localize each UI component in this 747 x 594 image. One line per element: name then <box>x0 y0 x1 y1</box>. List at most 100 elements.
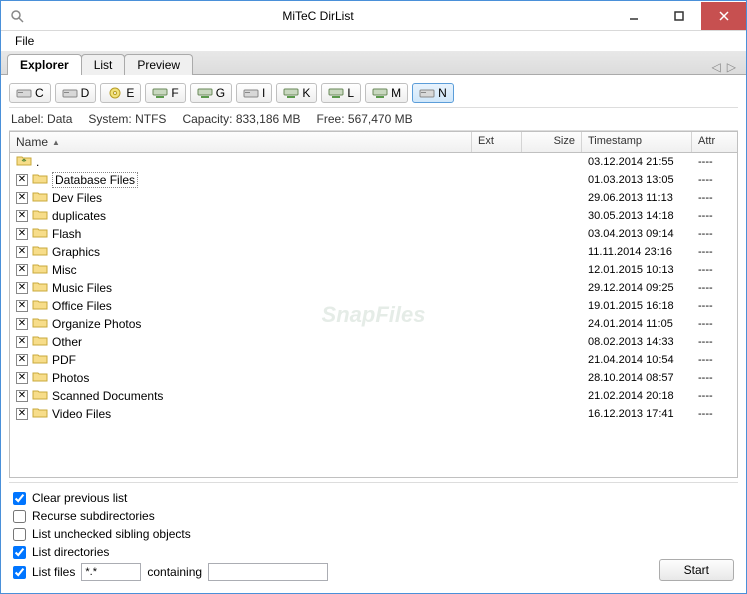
row-checkbox[interactable]: ✕ <box>16 174 28 186</box>
row-checkbox[interactable]: ✕ <box>16 390 28 402</box>
containing-input[interactable] <box>208 563 328 581</box>
row-checkbox[interactable]: ✕ <box>16 372 28 384</box>
table-row[interactable]: ✕PDF21.04.2014 10:54---- <box>10 351 737 369</box>
column-header-timestamp[interactable]: Timestamp <box>582 132 692 152</box>
option-recurse[interactable]: Recurse subdirectories <box>13 509 659 523</box>
row-checkbox[interactable]: ✕ <box>16 246 28 258</box>
file-name: duplicates <box>52 209 106 223</box>
cell-timestamp: 12.01.2015 10:13 <box>582 263 692 277</box>
cell-name: ✕Office Files <box>10 297 472 314</box>
row-checkbox[interactable]: ✕ <box>16 336 28 348</box>
drive-letter: K <box>302 86 310 100</box>
folder-icon <box>32 226 48 241</box>
column-header-attr[interactable]: Attr <box>692 132 737 152</box>
capacity-prefix: Capacity: <box>182 112 232 126</box>
tab-scroll-left-icon[interactable]: ◁ <box>712 60 721 74</box>
checkbox-recurse[interactable] <box>13 510 26 523</box>
minimize-button[interactable] <box>611 2 656 30</box>
table-row[interactable]: ✕Office Files19.01.2015 16:18---- <box>10 297 737 315</box>
row-checkbox[interactable]: ✕ <box>16 210 28 222</box>
tab-list[interactable]: List <box>81 54 126 75</box>
drive-button-i[interactable]: I <box>236 83 272 103</box>
file-name: Other <box>52 335 82 349</box>
drive-button-c[interactable]: C <box>9 83 51 103</box>
close-button[interactable] <box>701 2 746 30</box>
cell-timestamp: 11.11.2014 23:16 <box>582 245 692 259</box>
table-row[interactable]: ✕Graphics11.11.2014 23:16---- <box>10 243 737 261</box>
checkbox-clear-previous[interactable] <box>13 492 26 505</box>
cell-name: . <box>10 153 472 170</box>
cell-size <box>522 269 582 271</box>
tab-preview[interactable]: Preview <box>124 54 193 75</box>
folder-icon <box>32 172 48 187</box>
table-row[interactable]: ✕Dev Files29.06.2013 11:13---- <box>10 189 737 207</box>
cell-attr: ---- <box>692 209 737 223</box>
menu-file[interactable]: File <box>7 32 42 50</box>
drive-letter: N <box>438 86 447 100</box>
table-row[interactable]: ✕Misc12.01.2015 10:13---- <box>10 261 737 279</box>
column-header-name[interactable]: Name ▲ <box>10 132 472 152</box>
drive-button-g[interactable]: G <box>190 83 232 103</box>
table-row[interactable]: ✕Music Files29.12.2014 09:25---- <box>10 279 737 297</box>
row-checkbox[interactable]: ✕ <box>16 282 28 294</box>
tab-scroll-right-icon[interactable]: ▷ <box>727 60 736 74</box>
cell-timestamp: 21.02.2014 20:18 <box>582 389 692 403</box>
table-row[interactable]: ✕Database Files01.03.2013 13:05---- <box>10 171 737 189</box>
cell-attr: ---- <box>692 173 737 187</box>
table-row[interactable]: ✕Organize Photos24.01.2014 11:05---- <box>10 315 737 333</box>
cell-ext <box>472 179 522 181</box>
maximize-button[interactable] <box>656 2 701 30</box>
cell-size <box>522 287 582 289</box>
tab-explorer[interactable]: Explorer <box>7 54 82 75</box>
row-checkbox[interactable]: ✕ <box>16 354 28 366</box>
tab-bar: Explorer List Preview ◁ ▷ <box>1 51 746 75</box>
table-row[interactable]: ✕Other08.02.2013 14:33---- <box>10 333 737 351</box>
folder-icon <box>32 334 48 349</box>
row-checkbox[interactable]: ✕ <box>16 228 28 240</box>
drive-button-n[interactable]: N <box>412 83 454 103</box>
drive-button-f[interactable]: F <box>145 83 185 103</box>
cell-timestamp: 21.04.2014 10:54 <box>582 353 692 367</box>
row-checkbox[interactable]: ✕ <box>16 300 28 312</box>
column-header-ext[interactable]: Ext <box>472 132 522 152</box>
table-row[interactable]: ✕duplicates30.05.2013 14:18---- <box>10 207 737 225</box>
checkbox-list-files[interactable] <box>13 566 26 579</box>
table-row[interactable]: .03.12.2014 21:55---- <box>10 153 737 171</box>
row-checkbox[interactable]: ✕ <box>16 408 28 420</box>
cell-ext <box>472 161 522 163</box>
drive-button-d[interactable]: D <box>55 83 97 103</box>
cell-ext <box>472 197 522 199</box>
drive-button-l[interactable]: L <box>321 83 361 103</box>
row-checkbox[interactable]: ✕ <box>16 318 28 330</box>
table-row[interactable]: ✕Video Files16.12.2013 17:41---- <box>10 405 737 423</box>
column-header-size[interactable]: Size <box>522 132 582 152</box>
table-row[interactable]: ✕Scanned Documents21.02.2014 20:18---- <box>10 387 737 405</box>
cell-ext <box>472 359 522 361</box>
folder-icon <box>32 298 48 313</box>
file-mask-input[interactable] <box>81 563 141 581</box>
row-checkbox[interactable]: ✕ <box>16 264 28 276</box>
drive-button-e[interactable]: E <box>100 83 141 103</box>
start-button[interactable]: Start <box>659 559 734 581</box>
system-prefix: System: <box>88 112 131 126</box>
file-name: . <box>36 155 39 169</box>
table-row[interactable]: ✕Flash03.04.2013 09:14---- <box>10 225 737 243</box>
folder-icon <box>32 280 48 295</box>
drive-button-k[interactable]: K <box>276 83 317 103</box>
file-name: Photos <box>52 371 89 385</box>
cell-ext <box>472 413 522 415</box>
row-checkbox[interactable]: ✕ <box>16 192 28 204</box>
cell-timestamp: 03.12.2014 21:55 <box>582 155 692 169</box>
checkbox-list-unchecked[interactable] <box>13 528 26 541</box>
cell-timestamp: 03.04.2013 09:14 <box>582 227 692 241</box>
option-list-unchecked[interactable]: List unchecked sibling objects <box>13 527 659 541</box>
cell-ext <box>472 233 522 235</box>
folder-icon <box>32 352 48 367</box>
table-row[interactable]: ✕Photos28.10.2014 08:57---- <box>10 369 737 387</box>
folder-icon <box>32 244 48 259</box>
drive-button-m[interactable]: M <box>365 83 408 103</box>
grid-body[interactable]: SnapFiles .03.12.2014 21:55----✕Database… <box>10 153 737 477</box>
checkbox-list-directories[interactable] <box>13 546 26 559</box>
option-list-directories[interactable]: List directories <box>13 545 659 559</box>
option-clear-previous[interactable]: Clear previous list <box>13 491 659 505</box>
